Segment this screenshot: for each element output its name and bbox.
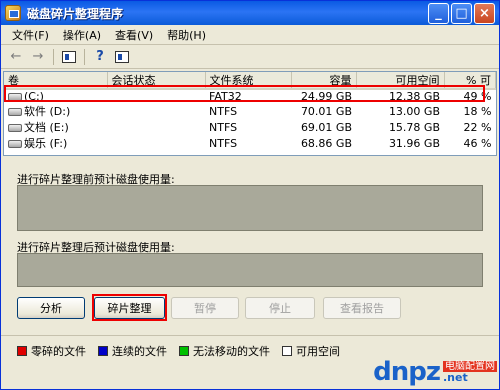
drive-icon <box>8 124 22 132</box>
table-row[interactable]: 娱乐 (F:) NTFS 68.86 GB 31.96 GB 46 % <box>4 135 496 151</box>
volume-capacity: 24.99 GB <box>300 90 352 103</box>
legend-item: 无法移动的文件 <box>179 343 270 359</box>
volume-fs: NTFS <box>209 120 238 134</box>
analyze-button[interactable]: 分析 <box>17 297 85 319</box>
col-capacity[interactable]: 容量 <box>291 72 357 90</box>
volume-fs: NTFS <box>209 104 238 118</box>
table-row[interactable]: 软件 (D:) NTFS 70.01 GB 13.00 GB 18 % <box>4 103 496 119</box>
volume-pct: 18 % <box>463 104 492 118</box>
volume-table: 卷 会话状态 文件系统 容量 可用空间 % 可 (C:) FAT32 24.99… <box>4 72 496 151</box>
watermark-logo: dnpz 电脑配置网 .net <box>373 357 497 387</box>
legend-label: 零碎的文件 <box>31 345 86 358</box>
drive-icon <box>8 93 22 101</box>
volume-free: 31.96 GB <box>388 136 440 150</box>
menu-action[interactable]: 操作(A) <box>56 27 108 43</box>
legend-item: 可用空间 <box>282 343 340 359</box>
table-row[interactable]: 文档 (E:) NTFS 69.01 GB 15.78 GB 22 % <box>4 119 496 135</box>
window-title: 磁盘碎片整理程序 <box>27 6 124 21</box>
watermark-brand: dnpz <box>373 357 441 387</box>
col-free-space[interactable]: 可用空间 <box>356 72 445 90</box>
watermark-domain: .net <box>443 371 468 384</box>
toolbar: ← → ? <box>1 45 499 69</box>
menu-file[interactable]: 文件(F) <box>5 27 56 43</box>
defrag-button[interactable]: 碎片整理 <box>94 297 165 319</box>
title-bar: 磁盘碎片整理程序 _ □ × <box>1 1 499 25</box>
console-tree-icon[interactable] <box>58 47 80 67</box>
volume-free: 15.78 GB <box>388 120 440 134</box>
menu-help[interactable]: 帮助(H) <box>160 27 213 43</box>
volume-status <box>107 119 205 135</box>
legend-item: 零碎的文件 <box>17 343 86 359</box>
volume-name: 文档 (E:) <box>4 119 107 135</box>
volume-pct: 22 % <box>463 120 492 134</box>
legend-label: 无法移动的文件 <box>193 345 270 358</box>
unmovable-swatch <box>179 346 189 356</box>
col-session-status[interactable]: 会话状态 <box>107 72 206 90</box>
minimize-button[interactable]: _ <box>428 2 449 24</box>
col-percent-free[interactable]: % 可 <box>444 72 496 90</box>
maximize-button[interactable]: □ <box>451 2 472 24</box>
forward-arrow-icon[interactable]: → <box>27 47 49 67</box>
volume-name: 软件 (D:) <box>4 103 107 119</box>
legend-divider <box>1 335 499 336</box>
volume-pct: 49 % <box>463 90 492 103</box>
volume-name: (C:) <box>4 89 107 103</box>
free-space-swatch <box>282 346 292 356</box>
volume-status <box>107 103 205 119</box>
watermark-text: 电脑配置网 .net <box>443 361 497 383</box>
drive-icon <box>8 108 22 116</box>
contiguous-swatch <box>98 346 108 356</box>
legend-label: 连续的文件 <box>112 345 167 358</box>
volume-fs: NTFS <box>209 136 238 150</box>
volume-pct: 46 % <box>463 136 492 150</box>
volume-capacity: 68.86 GB <box>300 136 352 150</box>
volume-status <box>107 89 205 103</box>
back-arrow-icon[interactable]: ← <box>5 47 27 67</box>
drive-icon <box>8 140 22 148</box>
toolbar-separator <box>84 48 85 65</box>
properties-icon[interactable] <box>111 47 133 67</box>
volume-free: 12.38 GB <box>388 90 440 103</box>
defrag-app-icon <box>5 5 21 21</box>
before-usage-bar <box>17 185 483 231</box>
volume-name: 娱乐 (F:) <box>4 135 107 151</box>
volume-free: 13.00 GB <box>388 104 440 118</box>
col-volume[interactable]: 卷 <box>4 72 108 90</box>
legend-label: 可用空间 <box>296 345 340 358</box>
menu-view[interactable]: 查看(V) <box>108 27 160 43</box>
fragmented-swatch <box>17 346 27 356</box>
volume-capacity: 69.01 GB <box>300 120 352 134</box>
menu-bar: 文件(F) 操作(A) 查看(V) 帮助(H) <box>1 25 499 45</box>
view-report-button[interactable]: 查看报告 <box>323 297 401 319</box>
volume-capacity: 70.01 GB <box>300 104 352 118</box>
legend-item: 连续的文件 <box>98 343 167 359</box>
after-usage-bar <box>17 253 483 287</box>
col-filesystem[interactable]: 文件系统 <box>205 72 292 90</box>
pause-button[interactable]: 暂停 <box>171 297 239 319</box>
volume-status <box>107 135 205 151</box>
legend: 零碎的文件 连续的文件 无法移动的文件 可用空间 <box>17 343 352 359</box>
volume-list: 卷 会话状态 文件系统 容量 可用空间 % 可 (C:) FAT32 24.99… <box>3 71 497 156</box>
help-icon[interactable]: ? <box>89 47 111 67</box>
defrag-window: 磁盘碎片整理程序 _ □ × 文件(F) 操作(A) 查看(V) 帮助(H) ←… <box>0 0 500 390</box>
stop-button[interactable]: 停止 <box>245 297 315 319</box>
table-row[interactable]: (C:) FAT32 24.99 GB 12.38 GB 49 % <box>4 89 496 103</box>
close-button[interactable]: × <box>474 2 495 24</box>
volume-fs: FAT32 <box>209 90 242 103</box>
toolbar-separator <box>53 48 54 65</box>
